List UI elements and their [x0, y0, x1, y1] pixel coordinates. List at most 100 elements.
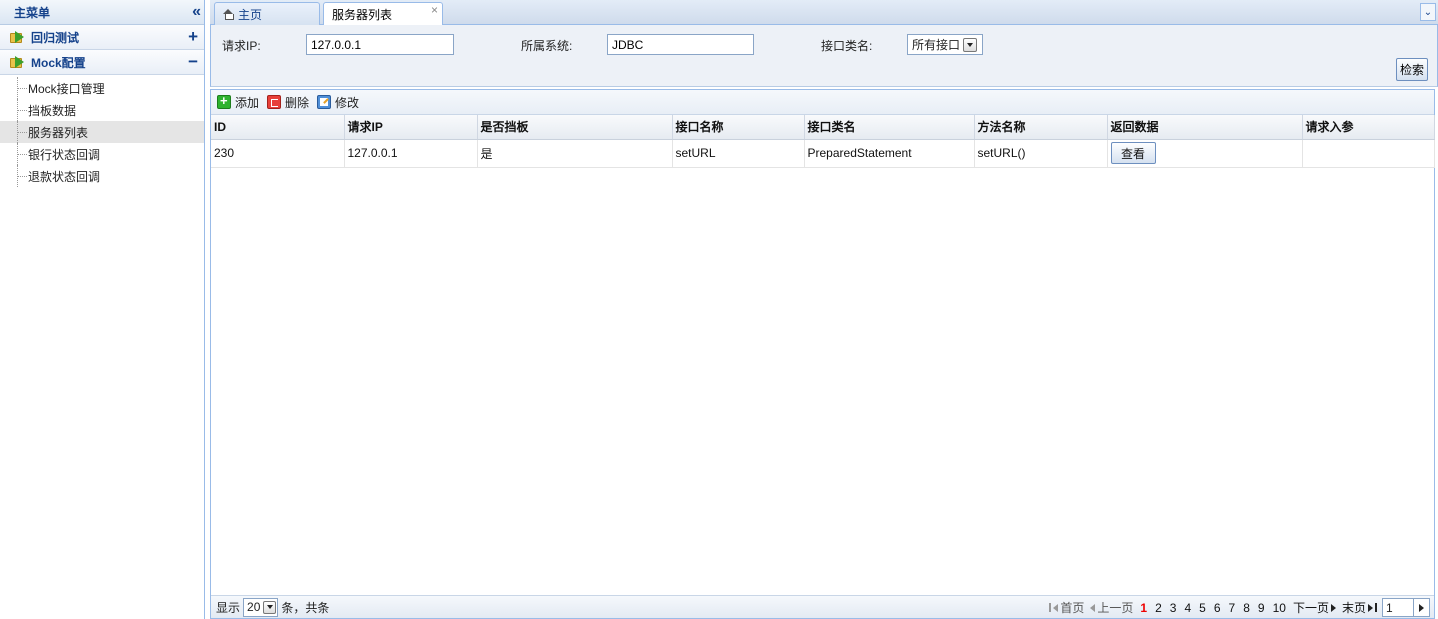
- add-button[interactable]: 添加: [217, 93, 260, 111]
- page-input[interactable]: 1: [1382, 598, 1414, 617]
- tab-home[interactable]: 主页: [214, 2, 320, 25]
- sidebar-item-label: 服务器列表: [28, 125, 89, 140]
- table-row[interactable]: 230 127.0.0.1 是 setURL PreparedStatement…: [211, 139, 1435, 168]
- home-icon: [223, 9, 234, 20]
- ip-label: 请求IP:: [222, 39, 261, 53]
- page-size-select[interactable]: 20: [243, 597, 279, 617]
- cell-ip: 127.0.0.1: [344, 139, 478, 168]
- sidebar-item-refund-callback[interactable]: 退款状态回调: [0, 165, 204, 187]
- column-header[interactable]: 方法名称: [974, 115, 1108, 140]
- column-header[interactable]: 返回数据: [1107, 115, 1303, 140]
- table-header-row: ID 请求IP 是否挡板 接口名称 接口类名 方法名称 返回数据 请求入参: [211, 115, 1435, 140]
- add-label: 添加: [235, 95, 260, 110]
- cell-class-name: PreparedStatement: [804, 139, 975, 168]
- tab-server-list[interactable]: 服务器列表 ×: [323, 2, 443, 26]
- class-label: 接口类名:: [821, 39, 873, 53]
- page-number[interactable]: 8: [1239, 601, 1254, 615]
- go-page-button[interactable]: [1414, 598, 1430, 617]
- sidebar-item-label: 银行状态回调: [28, 147, 101, 162]
- double-chevron-left-icon[interactable]: «: [192, 3, 201, 21]
- cell-method-name: setURL(): [974, 139, 1108, 168]
- prev-page-link[interactable]: 上一页: [1087, 599, 1136, 616]
- delete-label: 删除: [285, 95, 310, 110]
- class-select[interactable]: 所有接口: [907, 34, 983, 55]
- next-page-link[interactable]: 下一页: [1290, 599, 1339, 616]
- pager-show-label: 显示: [216, 600, 241, 615]
- pager-suffix: 条，共条: [281, 600, 330, 615]
- add-icon: [217, 93, 231, 109]
- server-table: ID 请求IP 是否挡板 接口名称 接口类名 方法名称 返回数据 请求入参 23…: [211, 115, 1435, 168]
- first-page-link[interactable]: 首页: [1046, 599, 1087, 616]
- ip-input[interactable]: [306, 34, 454, 55]
- cell-id: 230: [211, 139, 345, 168]
- column-header[interactable]: 请求IP: [344, 115, 478, 140]
- go-icon: [1419, 603, 1424, 612]
- page-number[interactable]: 3: [1166, 601, 1181, 615]
- sidebar-item-label: Mock接口管理: [28, 81, 105, 96]
- tab-label: 服务器列表: [332, 8, 393, 22]
- collapse-icon[interactable]: −: [188, 52, 198, 72]
- page-number[interactable]: 6: [1210, 601, 1225, 615]
- grid-toolbar: 添加 删除 修改: [211, 90, 1434, 115]
- sidebar: 主菜单 « 回归测试 + Mock配置 − Mock接口管理 挡板数据 服务器列…: [0, 0, 205, 619]
- page-number[interactable]: 5: [1195, 601, 1210, 615]
- page-number[interactable]: 9: [1254, 601, 1269, 615]
- sidebar-item-bank-callback[interactable]: 银行状态回调: [0, 143, 204, 165]
- column-header[interactable]: 请求入参: [1302, 115, 1435, 140]
- page-number[interactable]: 10: [1269, 601, 1290, 615]
- view-button[interactable]: 查看: [1110, 142, 1156, 164]
- sidebar-item-mock-interface[interactable]: Mock接口管理: [0, 77, 204, 99]
- tab-bar: 主页 服务器列表 × ⌄: [210, 0, 1438, 26]
- delete-icon: [267, 95, 282, 109]
- page-number[interactable]: 7: [1225, 601, 1240, 615]
- sidebar-header: 主菜单 «: [0, 0, 204, 25]
- edit-button[interactable]: 修改: [317, 94, 359, 111]
- last-page-link[interactable]: 末页: [1339, 599, 1380, 616]
- system-label: 所属系统:: [521, 39, 573, 53]
- sidebar-group-label: 回归测试: [31, 30, 80, 45]
- sidebar-item-stub-data[interactable]: 挡板数据: [0, 99, 204, 121]
- grid-panel: 添加 删除 修改 ID 请求IP 是否挡板 接口名称: [210, 89, 1435, 619]
- cell-interface-name: setURL: [672, 139, 805, 168]
- folder-arrow-icon: [10, 30, 26, 44]
- page-number[interactable]: 4: [1180, 601, 1195, 615]
- edit-icon: [317, 95, 332, 109]
- sidebar-item-server-list[interactable]: 服务器列表: [0, 121, 204, 143]
- folder-arrow-icon: [10, 55, 26, 69]
- first-page-icon: [1049, 603, 1052, 612]
- sidebar-group-label: Mock配置: [31, 55, 86, 70]
- last-page-icon: [1368, 603, 1373, 612]
- system-input[interactable]: [607, 34, 754, 55]
- cell-request-params: [1302, 139, 1435, 168]
- sidebar-group-regression[interactable]: 回归测试 +: [0, 25, 204, 50]
- dropdown-arrow-icon: [963, 37, 978, 52]
- sidebar-item-label: 退款状态回调: [28, 169, 101, 184]
- next-page-icon: [1330, 603, 1336, 612]
- dropdown-arrow-icon: [263, 600, 277, 614]
- column-header[interactable]: ID: [211, 115, 345, 140]
- tab-label: 主页: [238, 7, 263, 22]
- class-select-value: 所有接口: [912, 38, 961, 52]
- pager: 显示 20 条，共条 首页 上一页 1 2 3 4 5 6 7 8 9 10 下…: [211, 595, 1434, 618]
- delete-button[interactable]: 删除: [267, 94, 309, 111]
- search-panel: 请求IP: 所属系统: 接口类名: 所有接口 检索: [210, 25, 1438, 87]
- page-number[interactable]: 1: [1136, 601, 1151, 615]
- column-header[interactable]: 接口类名: [804, 115, 975, 140]
- search-button[interactable]: 检索: [1396, 58, 1428, 81]
- page-number[interactable]: 2: [1151, 601, 1166, 615]
- prev-page-icon: [1090, 603, 1096, 612]
- page-size-value: 20: [247, 600, 261, 614]
- expand-icon[interactable]: +: [188, 27, 198, 47]
- sidebar-items: Mock接口管理 挡板数据 服务器列表 银行状态回调 退款状态回调: [0, 75, 204, 187]
- sidebar-group-mock[interactable]: Mock配置 −: [0, 50, 204, 75]
- column-header[interactable]: 接口名称: [672, 115, 805, 140]
- cell-return-data: 查看: [1107, 139, 1303, 168]
- cell-is-stub: 是: [477, 139, 673, 168]
- chevron-down-icon[interactable]: ⌄: [1420, 3, 1436, 21]
- sidebar-item-label: 挡板数据: [28, 103, 77, 118]
- column-header[interactable]: 是否挡板: [477, 115, 673, 140]
- main-area: 主页 服务器列表 × ⌄ 请求IP: 所属系统: 接口类名: 所有接口 检索 添…: [210, 0, 1438, 619]
- edit-label: 修改: [335, 95, 360, 110]
- sidebar-title: 主菜单: [14, 5, 51, 20]
- close-icon[interactable]: ×: [431, 3, 438, 17]
